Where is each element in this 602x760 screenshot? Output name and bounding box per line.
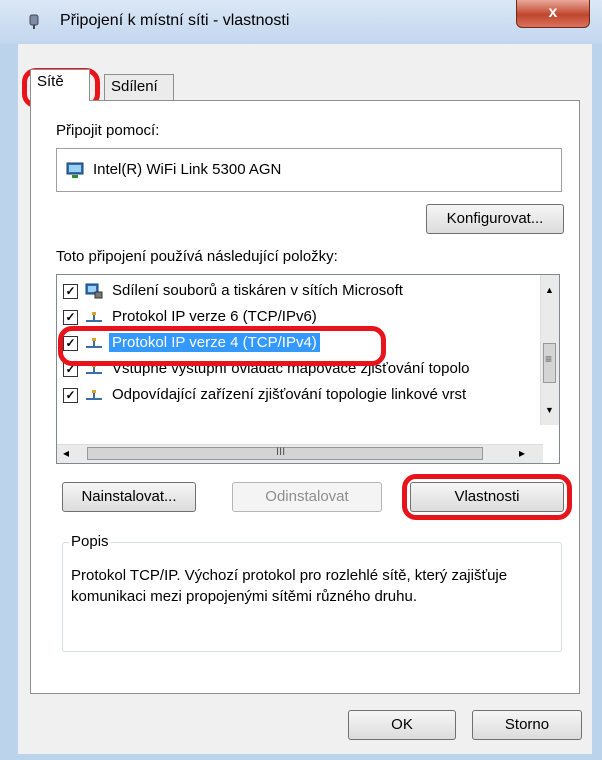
item-checkbox[interactable]: ✓ <box>63 310 78 325</box>
items-list[interactable]: ✓ Sdílení souborů a tiskáren v sítích Mi… <box>56 274 560 464</box>
tab-sdileni-label: Sdílení <box>111 78 158 95</box>
window-title: Připojení k místní síti - vlastnosti <box>60 12 290 29</box>
uninstall-button[interactable]: Odinstalovat <box>232 482 382 512</box>
horizontal-scrollbar[interactable]: ◂ III ▸ <box>57 444 543 463</box>
properties-window: Připojení k místní síti - vlastnosti x S… <box>0 0 602 760</box>
item-checkbox[interactable]: ✓ <box>63 388 78 403</box>
cancel-button[interactable]: Storno <box>472 710 582 740</box>
scroll-thumb-grip: III <box>276 446 286 458</box>
highlight-ipv4 <box>58 326 386 366</box>
cancel-button-label: Storno <box>504 716 550 733</box>
install-button-label: Nainstalovat... <box>81 488 177 505</box>
tab-site-label: Sítě <box>37 73 64 90</box>
ok-button-label: OK <box>391 716 413 733</box>
item-label: Sdílení souborů a tiskáren v sítích Micr… <box>112 282 403 299</box>
uninstall-button-label: Odinstalovat <box>265 488 349 505</box>
description-legend: Popis <box>69 533 111 550</box>
scroll-grip-icon: ≡ <box>545 352 553 366</box>
list-item[interactable]: ✓ Sdílení souborů a tiskáren v sítích Mi… <box>61 279 531 305</box>
network-client-icon <box>85 283 103 299</box>
connect-using-label: Připojit pomocí: <box>56 122 160 139</box>
items-label: Toto připojení používá následující polož… <box>56 248 338 265</box>
title-bar: Připojení k místní síti - vlastnosti x <box>0 0 602 44</box>
configure-button-label: Konfigurovat... <box>446 210 544 227</box>
adapter-name: Intel(R) WiFi Link 5300 AGN <box>93 161 282 178</box>
vertical-scrollbar[interactable]: ▲ ≡ ▼ <box>540 275 559 425</box>
vertical-scroll-thumb[interactable]: ≡ <box>543 343 556 383</box>
horizontal-scroll-thumb[interactable]: III <box>87 446 483 460</box>
item-label: Odpovídající zařízení zjišťování topolog… <box>112 386 467 403</box>
item-label: Protokol IP verze 6 (TCP/IPv6) <box>112 308 317 325</box>
protocol-icon <box>86 390 102 400</box>
adapter-icon <box>66 162 84 178</box>
adapter-box: Intel(R) WiFi Link 5300 AGN <box>56 148 562 192</box>
ok-button[interactable]: OK <box>348 710 456 740</box>
highlight-properties <box>402 474 572 520</box>
protocol-icon <box>86 312 102 322</box>
close-button[interactable]: x <box>516 0 590 28</box>
description-text: Protokol TCP/IP. Výchozí protokol pro ro… <box>71 567 508 605</box>
network-icon <box>29 14 39 29</box>
item-checkbox[interactable]: ✓ <box>63 284 78 299</box>
configure-button[interactable]: Konfigurovat... <box>426 204 564 234</box>
scroll-left-icon[interactable]: ◂ <box>63 446 69 460</box>
list-item[interactable]: ✓ Odpovídající zařízení zjišťování topol… <box>61 383 531 409</box>
scroll-up-icon[interactable]: ▲ <box>545 285 554 295</box>
scroll-down-icon[interactable]: ▼ <box>545 405 554 415</box>
description-box: Popis Protokol TCP/IP. Výchozí protokol … <box>62 533 562 652</box>
scroll-right-icon[interactable]: ▸ <box>519 446 525 460</box>
tab-sdileni[interactable]: Sdílení <box>104 74 174 100</box>
tab-site[interactable]: Sítě <box>30 69 90 101</box>
install-button[interactable]: Nainstalovat... <box>62 482 196 512</box>
